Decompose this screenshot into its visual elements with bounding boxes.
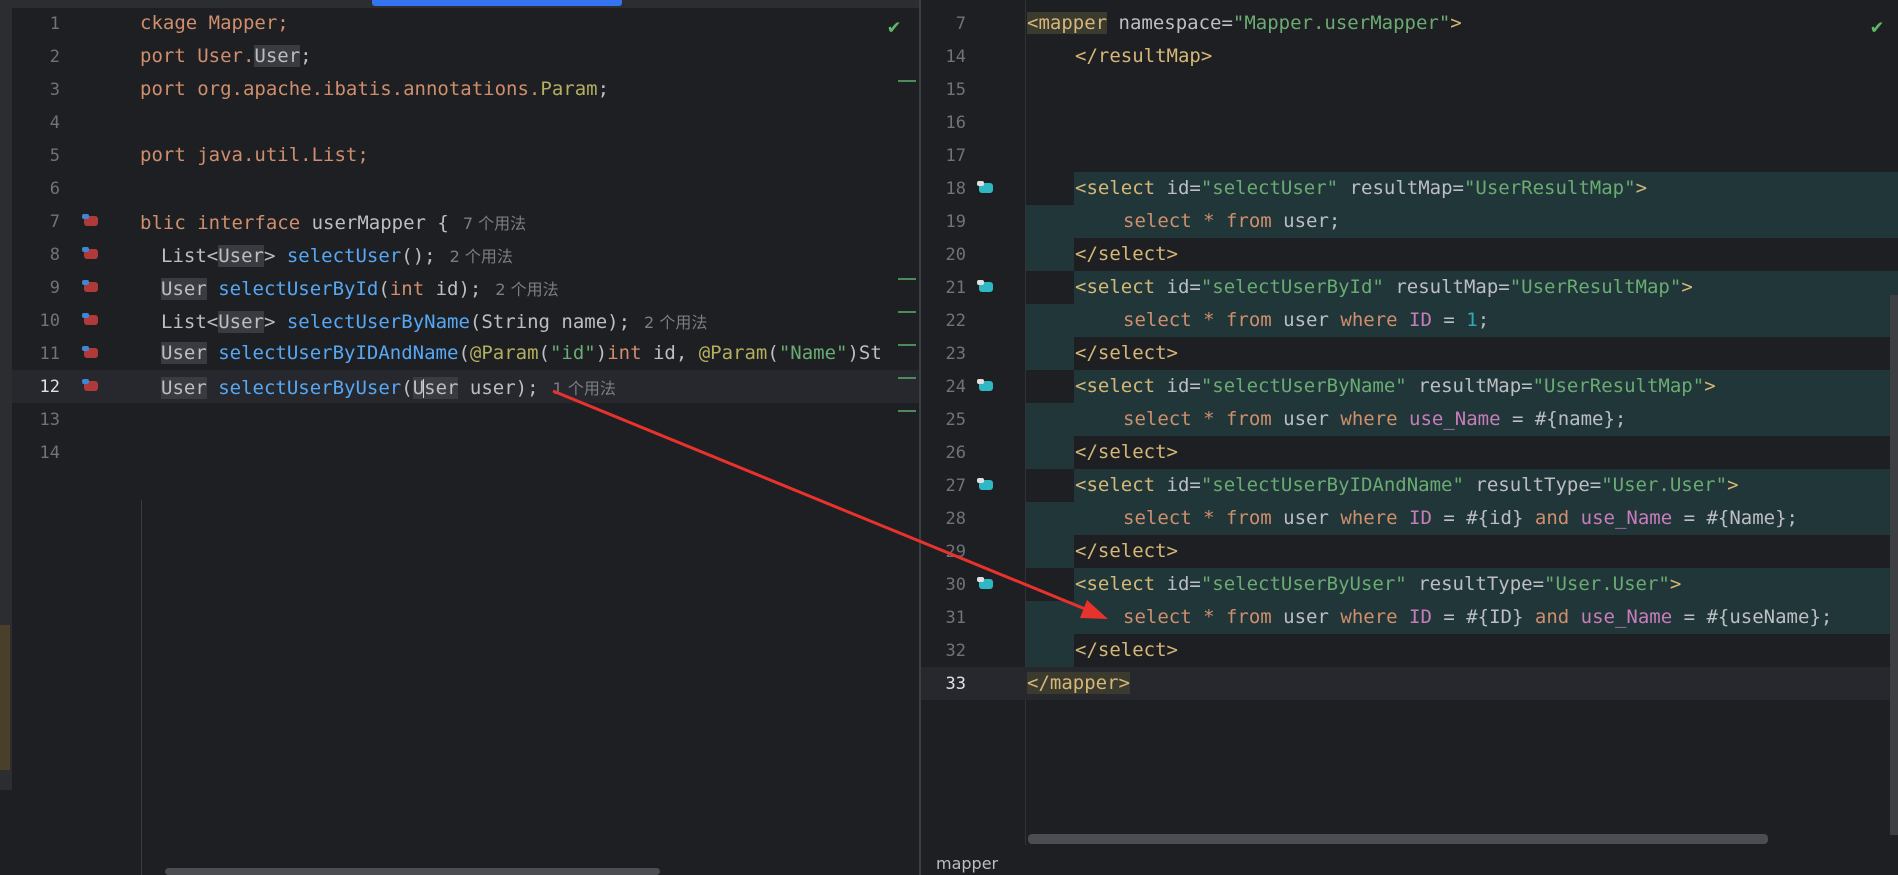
annotation-arrow: [552, 389, 1108, 619]
arrow-shaft: [552, 389, 1091, 613]
arrow-head: [1080, 600, 1108, 619]
